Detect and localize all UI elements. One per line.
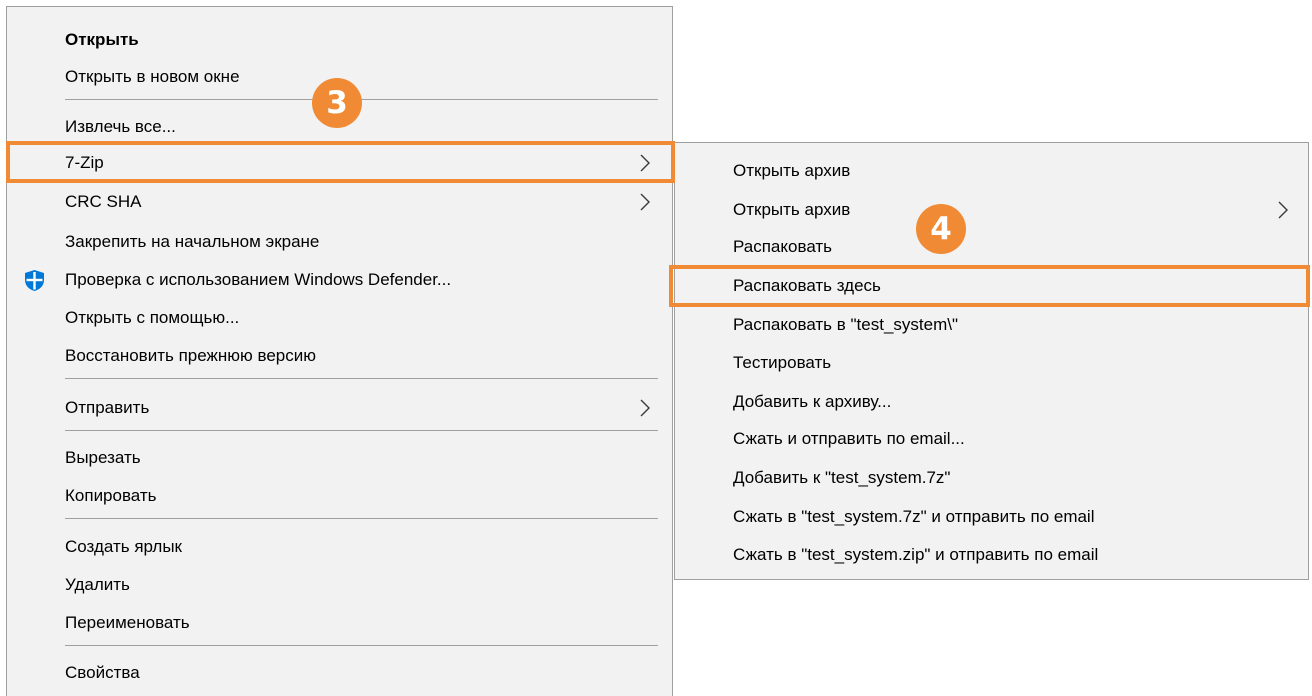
menu-item-label: Распаковать здесь — [733, 276, 881, 295]
menu-item-label: Распаковать — [733, 237, 833, 256]
menu-item-label: Добавить к "test_system.7z" — [733, 468, 951, 487]
submenu-item-open-archive[interactable]: Открыть архив — [675, 152, 1308, 189]
menu-item-create-shortcut[interactable]: Создать ярлык — [7, 528, 672, 565]
menu-item-label: Проверка с использованием Windows Defend… — [65, 270, 452, 289]
menu-separator — [65, 645, 658, 646]
menu-item-label: Открыть архив — [733, 161, 851, 180]
menu-item-delete[interactable]: Удалить — [7, 566, 672, 603]
menu-item-label: Открыть архив — [733, 200, 851, 219]
submenu-item-add-to-7z[interactable]: Добавить к "test_system.7z" — [675, 459, 1308, 496]
step-badge-4: 4 — [916, 204, 966, 254]
menu-separator — [65, 518, 658, 519]
menu-item-label: Открыть с помощью... — [65, 308, 240, 327]
menu-item-crc-sha[interactable]: CRC SHA — [7, 183, 672, 220]
submenu-item-extract-here[interactable]: Распаковать здесь — [675, 267, 1308, 304]
menu-item-restore-previous[interactable]: Восстановить прежнюю версию — [7, 337, 672, 374]
menu-item-defender-scan[interactable]: Проверка с использованием Windows Defend… — [7, 261, 672, 298]
menu-item-label: Сжать и отправить по email... — [733, 429, 965, 448]
submenu-item-add-to-archive[interactable]: Добавить к архиву... — [675, 383, 1308, 420]
menu-item-send-to[interactable]: Отправить — [7, 389, 672, 426]
menu-item-label: Переименовать — [65, 613, 190, 632]
menu-item-label: Сжать в "test_system.zip" и отправить по… — [733, 545, 1099, 564]
menu-item-pin-start[interactable]: Закрепить на начальном экране — [7, 223, 672, 260]
menu-item-label: Тестировать — [733, 353, 832, 372]
menu-item-label: Создать ярлык — [65, 537, 182, 556]
menu-item-label: 7-Zip — [65, 153, 104, 172]
menu-item-copy[interactable]: Копировать — [7, 477, 672, 514]
menu-item-label: Копировать — [65, 486, 157, 505]
menu-item-7zip[interactable]: 7-Zip — [7, 144, 672, 181]
screenshot-stage: Открыть Открыть в новом окне Извлечь все… — [0, 0, 1312, 696]
menu-separator — [65, 378, 658, 379]
menu-item-label: Открыть в новом окне — [65, 67, 240, 86]
menu-item-open-with[interactable]: Открыть с помощью... — [7, 299, 672, 336]
submenu-item-test[interactable]: Тестировать — [675, 344, 1308, 381]
menu-item-rename[interactable]: Переименовать — [7, 604, 672, 641]
menu-separator — [65, 430, 658, 431]
submenu-item-extract[interactable]: Распаковать — [675, 228, 1308, 265]
menu-item-label: Извлечь все... — [65, 117, 176, 136]
windows-defender-icon — [23, 268, 46, 291]
step-badge-3: 3 — [312, 78, 362, 128]
submenu-item-compress-email[interactable]: Сжать и отправить по email... — [675, 420, 1308, 457]
menu-item-label: Сжать в "test_system.7z" и отправить по … — [733, 507, 1095, 526]
submenu-item-compress-7z-email[interactable]: Сжать в "test_system.7z" и отправить по … — [675, 498, 1308, 535]
menu-item-label: Добавить к архиву... — [733, 392, 892, 411]
menu-item-cut[interactable]: Вырезать — [7, 439, 672, 476]
chevron-right-icon — [636, 192, 654, 212]
chevron-right-icon — [1274, 200, 1292, 220]
menu-item-label: Открыть — [65, 30, 139, 49]
menu-item-properties[interactable]: Свойства — [7, 654, 672, 691]
submenu-item-compress-zip-email[interactable]: Сжать в "test_system.zip" и отправить по… — [675, 536, 1308, 573]
submenu-item-open-archive-more[interactable]: Открыть архив — [675, 191, 1308, 228]
chevron-right-icon — [636, 153, 654, 173]
7zip-submenu: Открыть архив Открыть архив Распаковать … — [674, 142, 1309, 580]
menu-item-label: Вырезать — [65, 448, 141, 467]
menu-item-label: Закрепить на начальном экране — [65, 232, 320, 251]
menu-item-label: CRC SHA — [65, 192, 142, 211]
menu-item-label: Восстановить прежнюю версию — [65, 346, 316, 365]
chevron-right-icon — [636, 398, 654, 418]
menu-item-label: Отправить — [65, 398, 150, 417]
menu-item-label: Удалить — [65, 575, 130, 594]
menu-item-label: Распаковать в "test_system\" — [733, 315, 959, 334]
menu-item-label: Свойства — [65, 663, 140, 682]
submenu-item-extract-to-folder[interactable]: Распаковать в "test_system\" — [675, 306, 1308, 343]
menu-item-open[interactable]: Открыть — [7, 21, 672, 58]
